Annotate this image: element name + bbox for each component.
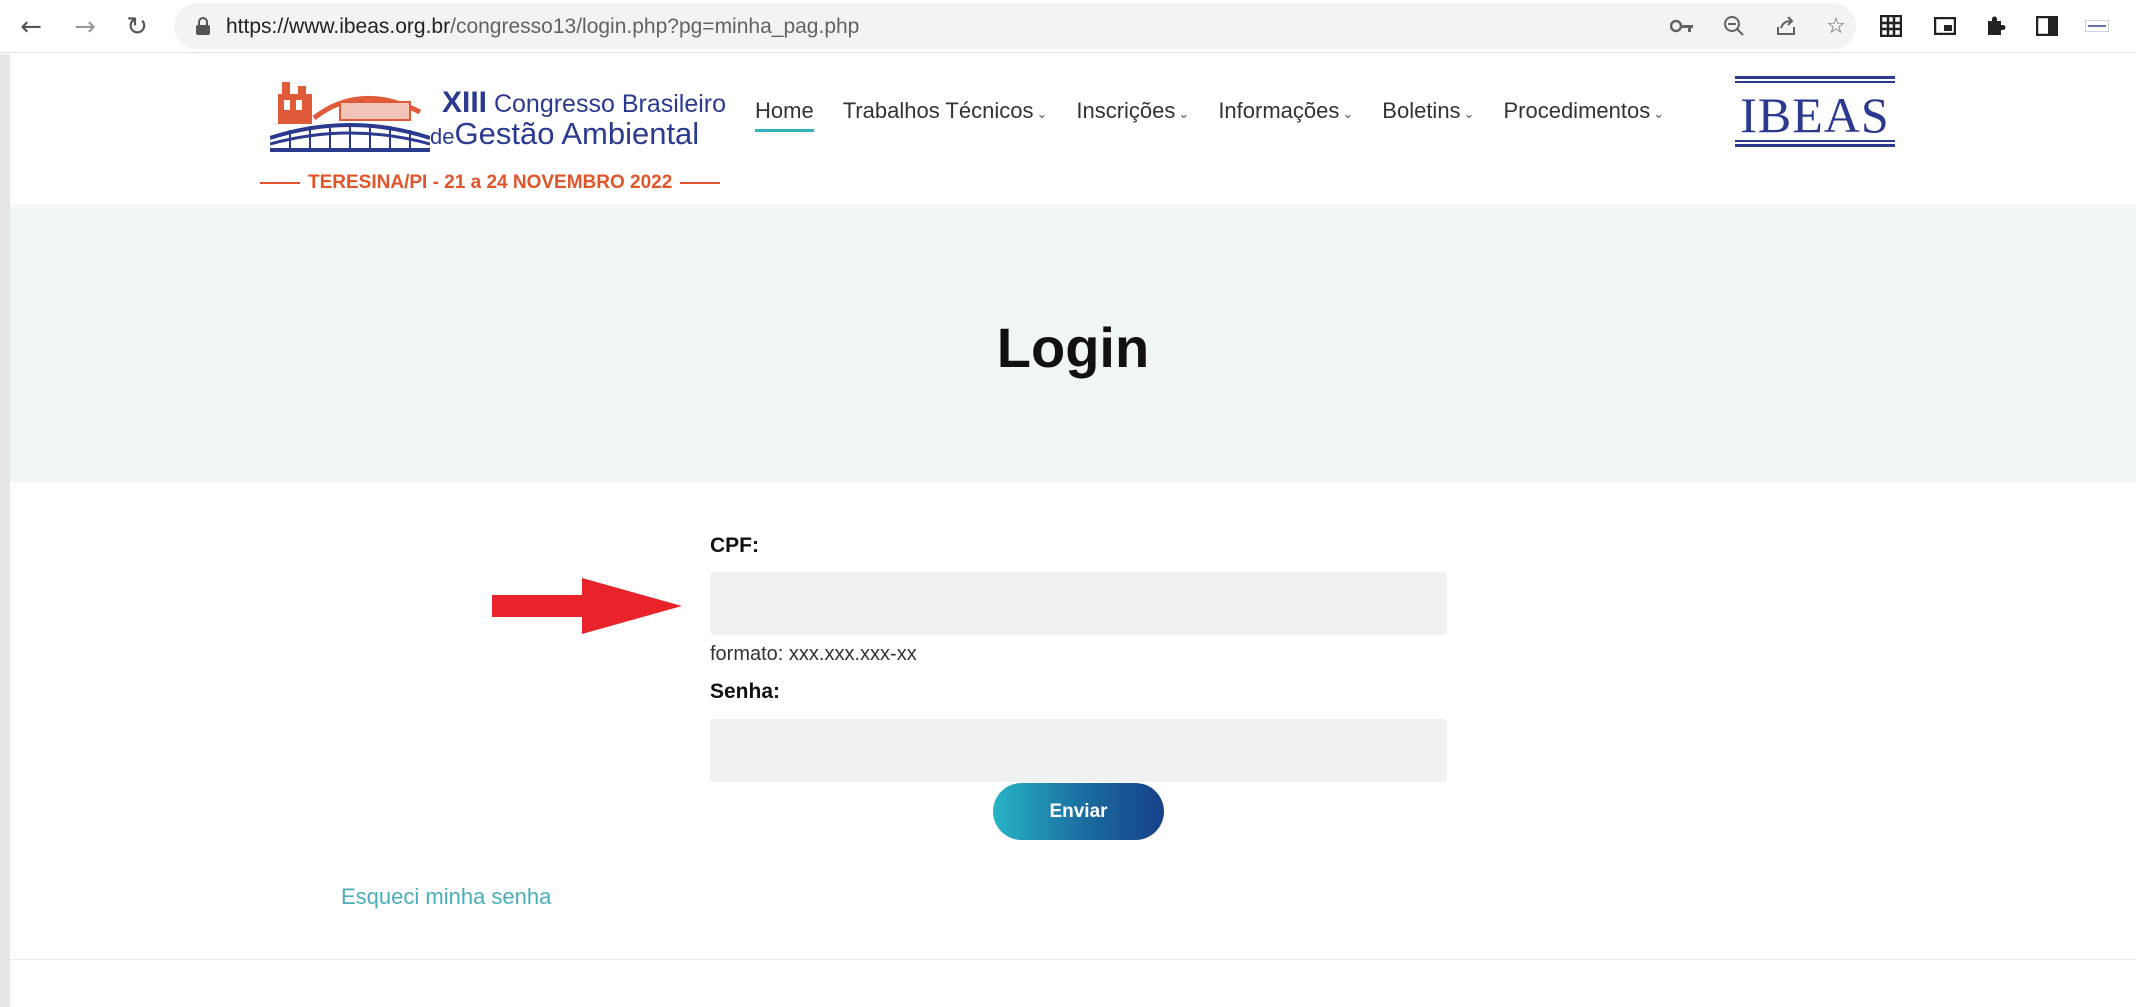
picture-in-picture-icon[interactable] (1930, 11, 1960, 41)
lock-icon[interactable] (196, 17, 210, 35)
footer-divider (10, 959, 2136, 960)
nav-home[interactable]: Home (755, 98, 814, 132)
password-label: Senha: (710, 680, 781, 703)
nav-informacoes-label: Informações (1218, 98, 1340, 123)
tagline-rule-left (260, 182, 300, 184)
ibeas-rule-top (1735, 76, 1895, 79)
logo-line2-text: Gestão Ambiental (454, 116, 700, 151)
grid-extension-icon[interactable] (1876, 11, 1906, 41)
page-hero: Login (10, 207, 2136, 482)
browser-toolbar: ← → ↻ https://www.ibeas.org.br/congresso… (0, 0, 2136, 53)
ibeas-rule-bottom-thin (1735, 140, 1895, 142)
ibeas-logo[interactable]: IBEAS (1735, 76, 1895, 148)
red-arrow-annotation-icon (492, 578, 682, 634)
address-bar[interactable]: https://www.ibeas.org.br/congresso13/log… (174, 3, 1856, 49)
logo-tagline: TERESINA/PI - 21 a 24 NOVEMBRO 2022 (260, 172, 721, 194)
url-text[interactable]: https://www.ibeas.org.br/congresso13/log… (226, 15, 859, 39)
logo-line1-text: Congresso Brasileiro (493, 90, 727, 118)
nav-boletins-label: Boletins (1382, 98, 1461, 123)
cpf-format-hint: formato: xxx.xxx.xxx-xx (710, 643, 917, 665)
extensions-puzzle-icon[interactable] (1980, 11, 2010, 41)
ibeas-rule-top-thin (1735, 81, 1895, 83)
logo-numeral: XIII (442, 86, 488, 119)
logo-line2-prefix: de (430, 124, 455, 149)
main-navigation: Home Trabalhos Técnicos ⌄ Inscrições ⌄ Inf… (755, 98, 1664, 132)
nav-trabalhos-tecnicos[interactable]: Trabalhos Técnicos ⌄ (843, 98, 1048, 132)
page-title: Login (996, 316, 1150, 379)
nav-inscricoes[interactable]: Inscrições ⌄ (1076, 98, 1189, 132)
chevron-down-icon: ⌄ (1463, 106, 1475, 121)
left-edge-strip (0, 54, 10, 1007)
side-panel-icon[interactable] (2032, 11, 2062, 41)
nav-boletins[interactable]: Boletins ⌄ (1382, 98, 1474, 132)
password-input[interactable] (710, 719, 1447, 782)
tagline-text: TERESINA/PI - 21 a 24 NOVEMBRO 2022 (308, 172, 673, 193)
site-header: XIII Congresso Brasileiro deGestão Ambie… (10, 54, 2136, 206)
chevron-down-icon: ⌄ (1036, 106, 1048, 121)
nav-trabalhos-label: Trabalhos Técnicos (842, 98, 1034, 123)
url-path: /congresso13/login.php?pg=minha_pag.php (450, 15, 860, 38)
url-host: https://www.ibeas.org.br (226, 15, 451, 38)
ibeas-rule-bottom (1735, 144, 1895, 147)
nav-informacoes[interactable]: Informações ⌄ (1218, 98, 1353, 132)
bookmark-star-icon[interactable]: ☆ (1822, 12, 1850, 40)
profile-avatar-icon[interactable] (2082, 11, 2112, 41)
key-icon[interactable] (1668, 12, 1696, 40)
ibeas-wordmark: IBEAS (1740, 87, 1890, 143)
chevron-down-icon: ⌄ (1342, 106, 1354, 121)
forward-arrow-icon[interactable]: → (68, 10, 102, 44)
nav-procedimentos-label: Procedimentos (1503, 98, 1651, 123)
logo-title-line2: deGestão Ambiental (430, 116, 699, 152)
reload-icon[interactable]: ↻ (120, 10, 154, 44)
logo-title-line1: XIII Congresso Brasileiro (442, 86, 726, 120)
zoom-icon[interactable] (1720, 12, 1748, 40)
submit-button[interactable]: Enviar (993, 783, 1164, 840)
tagline-rule-right (680, 182, 721, 184)
nav-procedimentos[interactable]: Procedimentos ⌄ (1503, 98, 1664, 132)
forgot-password-link[interactable]: Esqueci minha senha (341, 884, 551, 910)
chevron-down-icon: ⌄ (1653, 106, 1665, 121)
teresina-landmarks-logo-icon (270, 82, 430, 152)
nav-home-label: Home (755, 98, 814, 123)
congress-logo[interactable]: XIII Congresso Brasileiro deGestão Ambie… (260, 72, 726, 193)
back-arrow-icon[interactable]: ← (14, 10, 48, 44)
cpf-input[interactable] (710, 572, 1447, 635)
nav-inscricoes-label: Inscrições (1076, 98, 1176, 123)
share-icon[interactable] (1772, 12, 1800, 40)
chevron-down-icon: ⌄ (1178, 106, 1190, 121)
cpf-label: CPF: (710, 534, 759, 557)
